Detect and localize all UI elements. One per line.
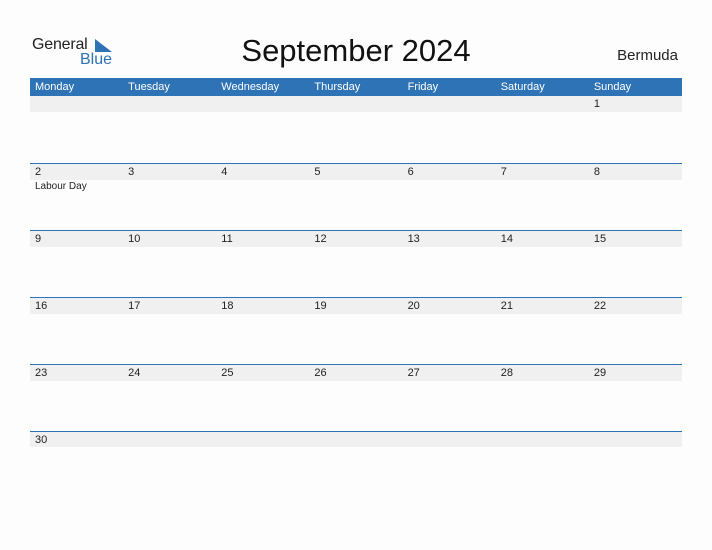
day-number: 12	[314, 233, 327, 245]
day-cell: 6	[403, 164, 496, 180]
day-cell	[123, 432, 216, 447]
day-number: 27	[407, 367, 420, 379]
day-number: 9	[35, 233, 42, 245]
day-cell: 2 Labour Day	[30, 164, 123, 192]
day-cell: 21	[496, 298, 589, 314]
day-number: 19	[314, 300, 327, 312]
week-row: 2 Labour Day 3 4 5 6 7 8	[30, 163, 682, 230]
weekday-monday: Monday	[35, 81, 75, 93]
day-number: 6	[407, 166, 414, 178]
day-cell	[216, 96, 309, 112]
day-number: 4	[221, 166, 228, 178]
day-cell: 15	[589, 231, 682, 247]
day-number: 1	[593, 98, 600, 110]
day-number: 23	[35, 367, 48, 379]
weekday-saturday: Saturday	[500, 81, 545, 93]
date-strip: 16 17 18 19 20 21 22	[30, 298, 682, 314]
date-strip: 23 24 25 26 27 28 29	[30, 365, 682, 381]
day-number: 7	[500, 166, 507, 178]
country-label: Bermuda	[617, 47, 678, 64]
day-cell: 16	[30, 298, 123, 314]
day-cell	[309, 96, 402, 112]
day-cell: 26	[309, 365, 402, 381]
day-number: 22	[593, 300, 607, 312]
day-number: 3	[128, 166, 135, 178]
day-number: 30	[35, 434, 48, 446]
day-number: 15	[593, 233, 607, 245]
day-number: 21	[500, 300, 513, 312]
day-number: 18	[221, 300, 234, 312]
weekday-friday: Friday	[407, 81, 439, 93]
day-number: 8	[593, 166, 600, 178]
day-number: 13	[407, 233, 420, 245]
week-row: 9 10 11 12 13 14 15	[30, 230, 682, 297]
day-cell	[403, 432, 496, 447]
date-strip: 9 10 11 12 13 14 15	[30, 231, 682, 247]
day-cell	[309, 432, 402, 447]
date-strip: 2 Labour Day 3 4 5 6 7 8	[30, 164, 682, 192]
holiday-label: Labour Day	[35, 181, 87, 192]
day-number: 10	[128, 233, 141, 245]
day-number: 14	[500, 233, 513, 245]
week-row: 23 24 25 26 27 28 29	[30, 364, 682, 431]
week-row: 30	[30, 431, 682, 498]
weekday-tuesday: Tuesday	[128, 81, 170, 93]
day-cell	[30, 96, 123, 112]
day-cell: 9	[30, 231, 123, 247]
day-cell: 4	[216, 164, 309, 180]
day-cell: 20	[403, 298, 496, 314]
day-number: 2	[35, 166, 42, 178]
day-cell: 11	[216, 231, 309, 247]
day-number: 24	[128, 367, 141, 379]
day-cell: 10	[123, 231, 216, 247]
day-cell: 23	[30, 365, 123, 381]
day-cell: 3	[123, 164, 216, 180]
day-number: 11	[221, 233, 233, 245]
day-cell	[589, 432, 682, 447]
week-row: 16 17 18 19 20 21 22	[30, 297, 682, 364]
day-cell: 27	[403, 365, 496, 381]
day-cell: 29	[589, 365, 682, 381]
weekday-wednesday: Wednesday	[221, 81, 280, 93]
day-cell: 8	[589, 164, 682, 180]
day-number: 29	[593, 367, 607, 379]
date-strip: 1	[30, 96, 682, 112]
day-number: 17	[128, 300, 141, 312]
day-cell: 24	[123, 365, 216, 381]
calendar-grid: Monday Tuesday Wednesday Thursday Friday Satu…	[30, 78, 682, 498]
day-cell: 22	[589, 298, 682, 314]
weekday-sunday: Sunday	[593, 81, 632, 93]
day-cell: 19	[309, 298, 402, 314]
day-number: 25	[221, 367, 234, 379]
day-number: 5	[314, 166, 321, 178]
day-number: 16	[35, 300, 48, 312]
weekday-thursday: Thursday	[314, 81, 361, 93]
day-cell: 28	[496, 365, 589, 381]
day-cell: 1	[589, 96, 682, 112]
day-cell	[123, 96, 216, 112]
day-cell: 17	[123, 298, 216, 314]
day-cell	[216, 432, 309, 447]
weekday-header: Monday Tuesday Wednesday Thursday Friday Satu…	[30, 78, 682, 96]
page-title: September 2024	[241, 33, 471, 68]
day-number: 28	[500, 367, 513, 379]
day-cell: 5	[309, 164, 402, 180]
day-cell: 25	[216, 365, 309, 381]
day-cell: 12	[309, 231, 402, 247]
day-cell	[496, 96, 589, 112]
date-strip: 30	[30, 432, 682, 447]
day-cell	[403, 96, 496, 112]
day-number: 26	[314, 367, 327, 379]
day-cell: 7	[496, 164, 589, 180]
day-cell: 14	[496, 231, 589, 247]
day-cell: 30	[30, 432, 123, 447]
day-cell	[496, 432, 589, 447]
day-cell: 18	[216, 298, 309, 314]
week-row: 1	[30, 96, 682, 163]
day-cell: 13	[403, 231, 496, 247]
day-number: 20	[407, 300, 420, 312]
